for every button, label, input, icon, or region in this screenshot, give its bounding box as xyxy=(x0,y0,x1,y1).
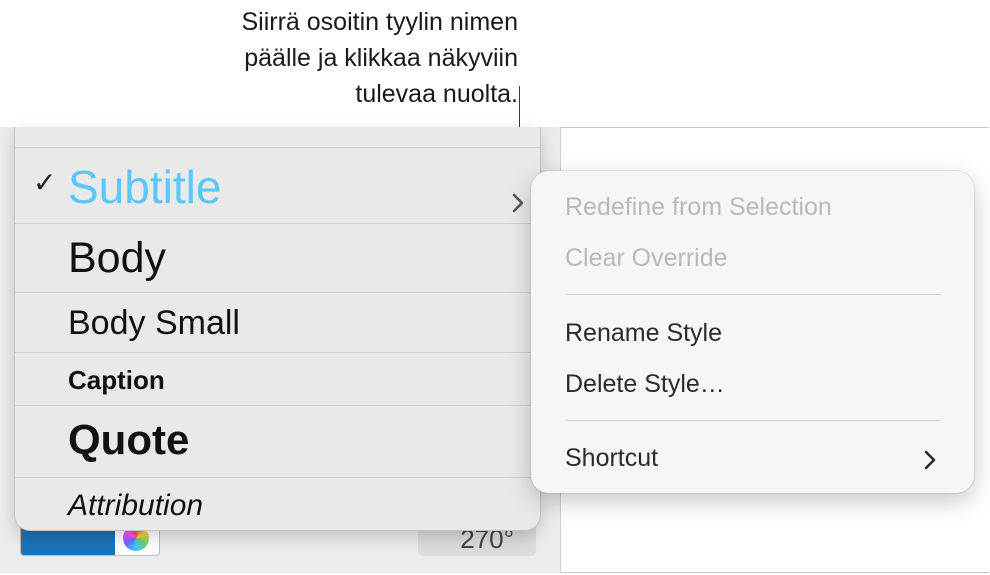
list-item-partial xyxy=(15,127,540,148)
style-item-caption[interactable]: Caption xyxy=(15,353,540,406)
paragraph-style-list: ✓ Subtitle Body Body Small Caption Quote… xyxy=(14,127,541,531)
callout-text: Siirrä osoitin tyylin nimen päälle ja kl… xyxy=(140,4,519,112)
chevron-right-icon[interactable] xyxy=(511,192,525,214)
menu-separator xyxy=(565,294,941,295)
callout-line-1: Siirrä osoitin tyylin nimen xyxy=(241,8,519,36)
menu-separator xyxy=(565,420,941,421)
style-item-subtitle[interactable]: ✓ Subtitle xyxy=(15,148,540,224)
menu-item-shortcut[interactable]: Shortcut xyxy=(565,444,658,473)
menu-item-rename-style[interactable]: Rename Style xyxy=(565,319,722,348)
style-item-attribution[interactable]: Attribution xyxy=(15,478,540,530)
style-context-menu: Redefine from Selection Clear Override R… xyxy=(531,171,974,493)
style-label-body: Body xyxy=(68,234,167,282)
style-label-caption: Caption xyxy=(68,365,165,395)
callout-line-2: päälle ja klikkaa näkyviin xyxy=(244,44,518,72)
style-label-attribution: Attribution xyxy=(68,489,204,522)
menu-item-clear-override[interactable]: Clear Override xyxy=(565,244,728,273)
menu-item-redefine-from-selection[interactable]: Redefine from Selection xyxy=(565,193,832,222)
style-label-quote: Quote xyxy=(68,416,190,463)
style-item-quote[interactable]: Quote xyxy=(15,406,540,478)
style-label-body-small: Body Small xyxy=(68,304,240,342)
style-item-body[interactable]: Body xyxy=(15,224,540,293)
checkmark-icon: ✓ xyxy=(33,167,57,198)
style-item-body-small[interactable]: Body Small xyxy=(15,293,540,353)
chevron-right-icon xyxy=(924,450,936,470)
style-label-subtitle: Subtitle xyxy=(68,161,222,213)
menu-item-delete-style[interactable]: Delete Style… xyxy=(565,370,725,399)
callout-line-3: tulevaa nuolta. xyxy=(355,80,518,108)
